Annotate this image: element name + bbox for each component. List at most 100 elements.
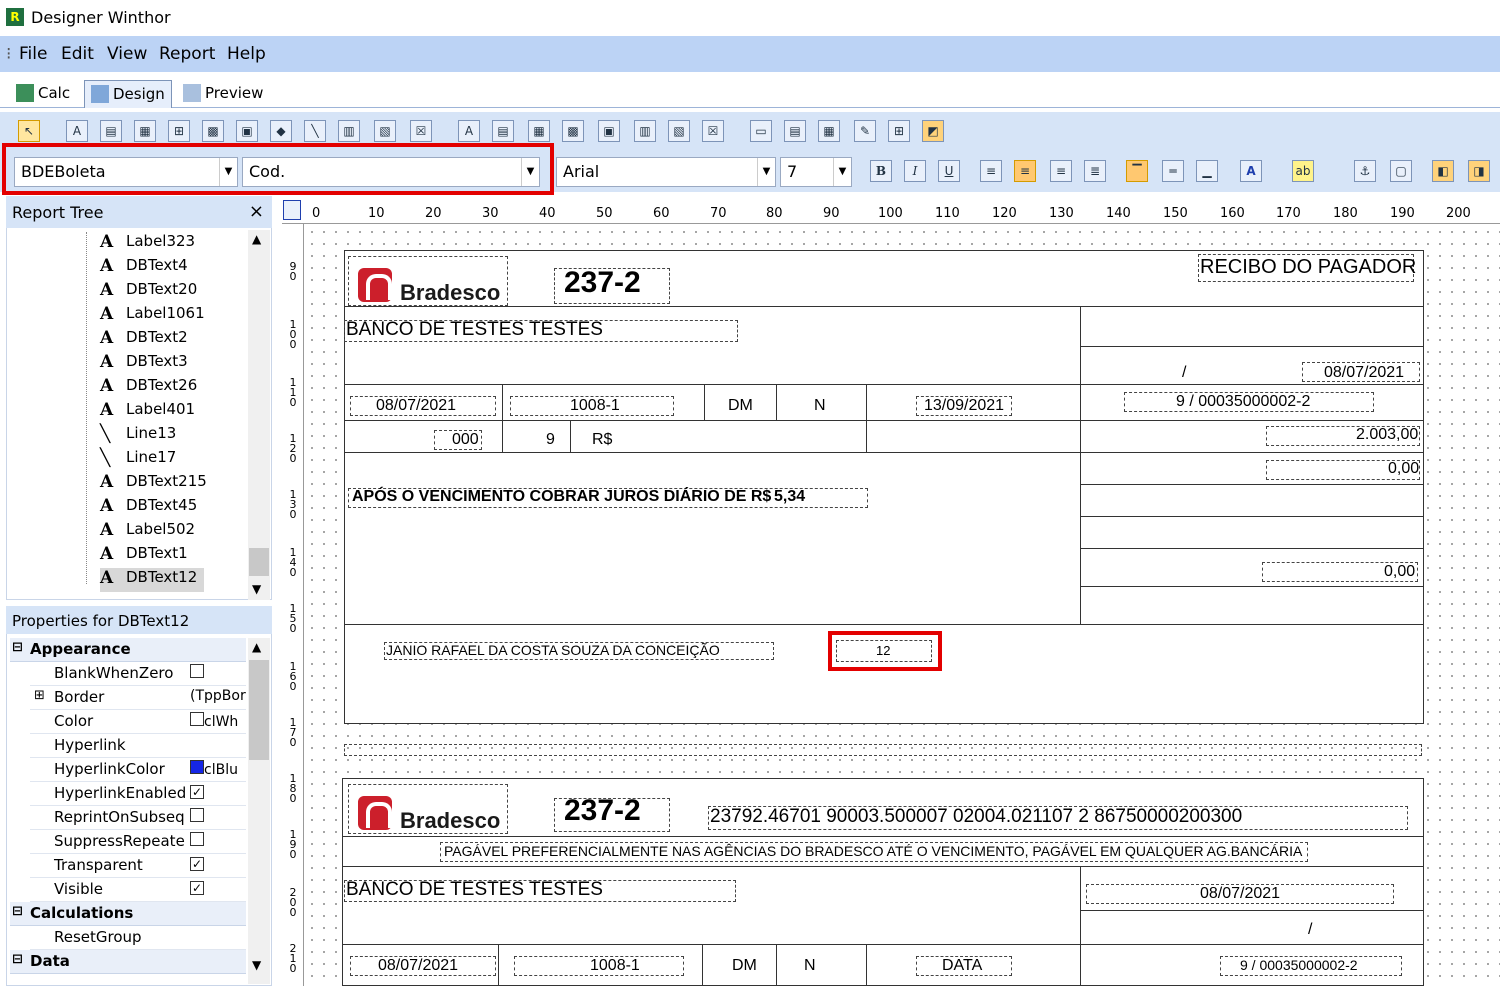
scroll-thumb[interactable] xyxy=(249,548,269,576)
collapse-icon[interactable]: ⊟ xyxy=(12,952,23,967)
tree-item[interactable]: ╲ Line13 xyxy=(100,424,176,448)
variable-tool-icon[interactable]: ▩ xyxy=(202,120,224,142)
props-scrollbar[interactable]: ▲ ▼ xyxy=(248,638,270,984)
tree-item[interactable]: A DBText1 xyxy=(100,544,188,568)
collapse-icon[interactable]: ⊟ xyxy=(12,904,23,919)
dbcalc-tool-icon[interactable]: ▩ xyxy=(562,120,584,142)
dbbarcode-tool-icon[interactable]: ▥ xyxy=(634,120,656,142)
justify-icon[interactable]: ≣ xyxy=(1084,160,1106,182)
tree-item[interactable]: A DBText20 xyxy=(100,280,197,304)
checkbox[interactable]: ✓ xyxy=(190,881,204,895)
tree-item[interactable]: A DBText45 xyxy=(100,496,197,520)
checkbox[interactable] xyxy=(190,808,204,822)
prop-row[interactable]: Color clWh xyxy=(30,710,246,734)
scroll-up-icon[interactable]: ▲ xyxy=(252,640,261,654)
tree-item[interactable]: A DBText3 xyxy=(100,352,188,376)
valign-bottom-icon[interactable]: ▁ xyxy=(1196,160,1218,182)
chart-tool-icon[interactable]: ▦ xyxy=(818,120,840,142)
anchor-icon[interactable]: ⚓ xyxy=(1354,160,1376,182)
barcode-tool-icon[interactable]: ▥ xyxy=(338,120,360,142)
dbimage-tool-icon[interactable]: ▣ xyxy=(598,120,620,142)
tree-scrollbar[interactable]: ▲ ▼ xyxy=(248,230,270,600)
italic-icon[interactable]: I xyxy=(904,160,926,182)
font-name-select[interactable]: Arial ▼ xyxy=(556,157,776,187)
prop-row[interactable]: HyperlinkColor clBlu xyxy=(30,758,246,782)
close-icon[interactable]: × xyxy=(249,201,264,222)
expand-icon[interactable]: ⊞ xyxy=(34,688,45,703)
collapse-icon[interactable]: ⊟ xyxy=(12,640,23,655)
tree-item[interactable]: A Label1061 xyxy=(100,304,205,328)
tab-design[interactable]: Design xyxy=(84,80,172,108)
font-size-select[interactable]: 7 ▼ xyxy=(780,157,852,187)
prop-row[interactable]: BlankWhenZero xyxy=(30,662,246,686)
prop-row[interactable]: Visible ✓ xyxy=(30,878,246,902)
highlight-color-icon[interactable]: ab xyxy=(1292,160,1314,182)
menu-edit[interactable]: Edit xyxy=(61,44,94,64)
checkbox-tool-icon[interactable]: ☒ xyxy=(410,120,432,142)
font-color-icon[interactable]: A xyxy=(1240,160,1262,182)
prop-row[interactable]: Transparent ✓ xyxy=(30,854,246,878)
prop-row[interactable]: ResetGroup xyxy=(30,926,246,950)
prop-row[interactable]: ⊞ Border (TppBor xyxy=(30,686,246,710)
category-appearance[interactable]: ⊟ Appearance xyxy=(10,638,246,662)
underline-icon[interactable]: U xyxy=(938,160,960,182)
select-pointer-icon[interactable]: ↖ xyxy=(18,120,40,142)
image-tool-icon[interactable]: ▣ xyxy=(236,120,258,142)
tree-item[interactable]: A DBText215 xyxy=(100,472,207,496)
bold-icon[interactable]: B xyxy=(870,160,892,182)
checkbox[interactable] xyxy=(190,832,204,846)
tree-item[interactable]: A Label401 xyxy=(100,400,195,424)
prop-row[interactable]: Hyperlink xyxy=(30,734,246,758)
scroll-up-icon[interactable]: ▲ xyxy=(252,232,261,246)
valign-top-icon[interactable]: ▔ xyxy=(1126,160,1148,182)
table-tool-icon[interactable]: ⊞ xyxy=(888,120,910,142)
tab-preview[interactable]: Preview xyxy=(177,80,269,108)
scroll-down-icon[interactable]: ▼ xyxy=(252,958,261,972)
category-calculations[interactable]: ⊟ Calculations xyxy=(10,902,246,926)
align-left-icon[interactable]: ≡ xyxy=(980,160,1002,182)
tree-item[interactable]: A Label502 xyxy=(100,520,195,544)
ruler-units-icon[interactable] xyxy=(283,200,301,220)
dbcheckbox-tool-icon[interactable]: ☒ xyxy=(702,120,724,142)
dbtext-tool-icon[interactable]: A xyxy=(458,120,480,142)
db2dbarcode-tool-icon[interactable]: ▧ xyxy=(668,120,690,142)
label-tool-icon[interactable]: A xyxy=(66,120,88,142)
menu-view[interactable]: View xyxy=(107,44,147,64)
prop-row[interactable]: SuppressRepeate xyxy=(30,830,246,854)
prop-row[interactable]: ReprintOnSubseq xyxy=(30,806,246,830)
tree-item[interactable]: A DBText26 xyxy=(100,376,197,400)
menu-file[interactable]: File xyxy=(19,44,47,64)
tree-item-selected[interactable]: A DBText12 xyxy=(100,568,204,592)
systemvar-tool-icon[interactable]: ⊞ xyxy=(168,120,190,142)
border-icon[interactable]: ▢ xyxy=(1390,160,1412,182)
bring-front-icon[interactable]: ◧ xyxy=(1432,160,1454,182)
prop-row[interactable]: HyperlinkEnabled ✓ xyxy=(30,782,246,806)
dbmemo-tool-icon[interactable]: ▤ xyxy=(492,120,514,142)
tab-calc[interactable]: Calc xyxy=(10,80,76,108)
subreport-tool-icon[interactable]: ▤ xyxy=(784,120,806,142)
richtext-tool-icon[interactable]: ▦ xyxy=(134,120,156,142)
checkbox[interactable] xyxy=(190,664,204,678)
menu-report[interactable]: Report xyxy=(159,44,215,64)
tree-item[interactable]: A Label323 xyxy=(100,232,195,256)
valign-middle-icon[interactable]: ═ xyxy=(1162,160,1184,182)
tree-item[interactable]: ╲ Line17 xyxy=(100,448,176,472)
align-right-icon[interactable]: ≡ xyxy=(1050,160,1072,182)
category-data[interactable]: ⊟ Data xyxy=(10,950,246,974)
dbrichtext-tool-icon[interactable]: ▦ xyxy=(528,120,550,142)
checkbox[interactable]: ✓ xyxy=(190,857,204,871)
align-center-icon[interactable]: ≡ xyxy=(1014,160,1036,182)
memo-tool-icon[interactable]: ▤ xyxy=(100,120,122,142)
2dbarcode-tool-icon[interactable]: ▧ xyxy=(374,120,396,142)
scroll-thumb[interactable] xyxy=(249,660,269,760)
checkbox[interactable]: ✓ xyxy=(190,785,204,799)
scroll-down-icon[interactable]: ▼ xyxy=(252,582,261,596)
pen-tool-icon[interactable]: ✎ xyxy=(854,120,876,142)
menu-help[interactable]: Help xyxy=(227,44,266,64)
tree-item[interactable]: A DBText4 xyxy=(100,256,188,280)
crosstab-tool-icon[interactable]: ◩ xyxy=(922,120,944,142)
line-tool-icon[interactable]: ╲ xyxy=(304,120,326,142)
region-tool-icon[interactable]: ▭ xyxy=(750,120,772,142)
shape-tool-icon[interactable]: ◆ xyxy=(270,120,292,142)
send-back-icon[interactable]: ◨ xyxy=(1468,160,1490,182)
